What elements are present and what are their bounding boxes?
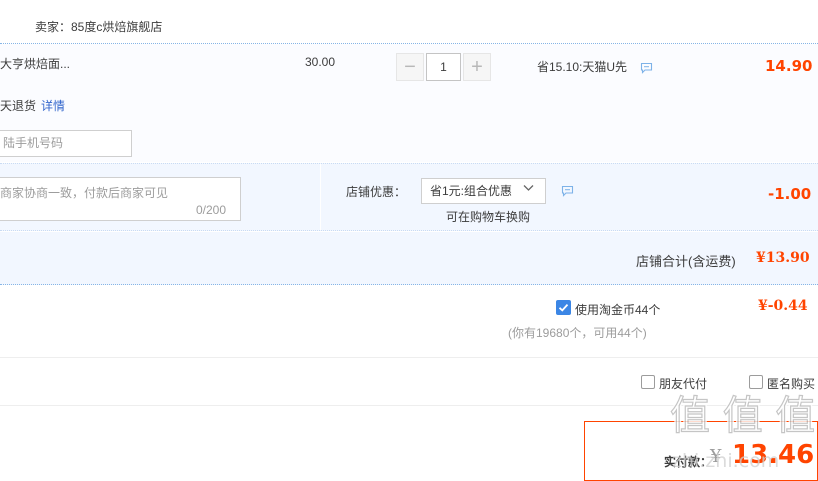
decrease-button[interactable]: −	[396, 53, 424, 81]
shop-discount-value: -1.00	[768, 185, 812, 203]
return-policy-text: 天退货	[0, 99, 37, 113]
separator	[0, 357, 818, 358]
shop-discount-label: 店铺优惠：	[346, 185, 407, 199]
shop-discount-hint: 可在购物车换购	[446, 210, 531, 224]
friend-pay-checkbox[interactable]	[641, 375, 655, 389]
checkmark-icon	[558, 303, 569, 312]
increase-button[interactable]: +	[463, 53, 491, 81]
message-placeholder: 商家协商一致，付款后商家可见	[0, 186, 169, 200]
chat-bubble-icon[interactable]	[640, 62, 653, 74]
quantity-input[interactable]: 1	[426, 53, 461, 81]
phone-input[interactable]: 陆手机号码	[0, 130, 132, 157]
chat-bubble-icon[interactable]	[561, 185, 574, 197]
unit-price: 30.00	[305, 55, 336, 69]
row-divider	[320, 164, 321, 230]
quantity-stepper: − 1 +	[396, 53, 491, 81]
item-name[interactable]: 大亨烘焙面...	[0, 55, 70, 72]
coins-checkbox[interactable]	[556, 300, 571, 315]
seller-name[interactable]: 卖家：85度c烘焙旗舰店	[35, 18, 162, 35]
watermark-logo: 值 值 值 值 值 值 zhi.zhi.com	[668, 391, 814, 470]
watermark-site: zhi.zhi.com	[672, 450, 779, 470]
watermark-logo-text-shadow: 值 值 值	[670, 393, 814, 439]
item-promotion: 省15.10:天猫U先	[537, 60, 628, 74]
message-char-count: 0/200	[196, 203, 227, 217]
return-policy: 天退货 详情	[0, 97, 65, 114]
coins-discount-value: ¥-0.44	[758, 298, 808, 314]
item-total-price: 14.90	[765, 57, 813, 75]
coins-note: (你有19680个，可用44个)	[508, 326, 647, 340]
chevron-down-icon	[523, 185, 534, 191]
coins-label[interactable]: 使用淘金币44个	[575, 301, 660, 318]
shop-subtotal-value: ¥13.90	[756, 250, 810, 266]
shop-discount-selected: 省1元:组合优惠	[430, 184, 513, 198]
shop-subtotal-label: 店铺合计(含运费)	[636, 254, 736, 269]
detail-link[interactable]: 详情	[41, 99, 65, 113]
